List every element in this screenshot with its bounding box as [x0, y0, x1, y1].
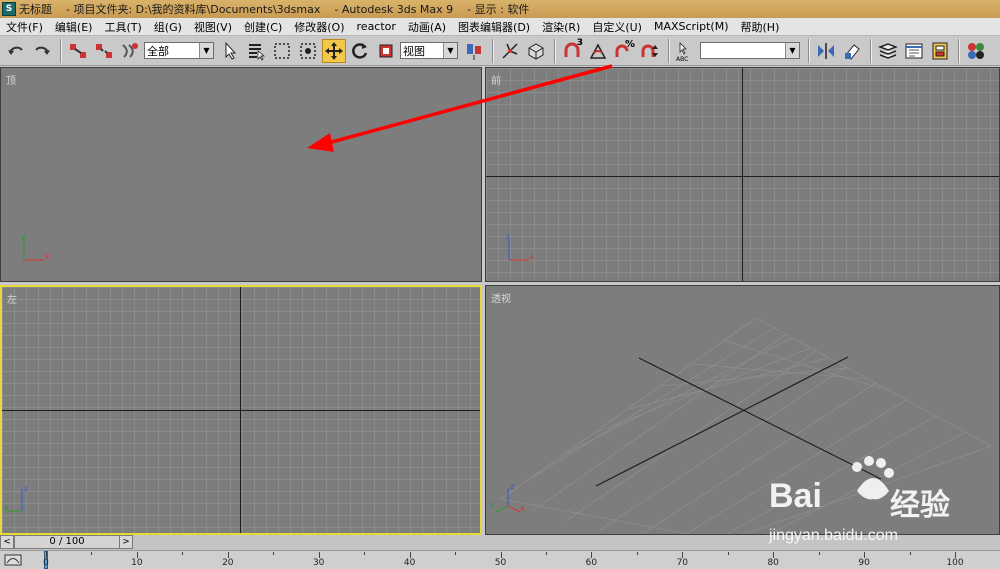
- mini-curve-editor-icon: [4, 554, 22, 566]
- track-bar-tick: [273, 552, 275, 555]
- watermark-url: jingyan.baidu.com: [769, 527, 898, 544]
- track-bar-tick-label: 30: [312, 558, 325, 568]
- track-bar-tick: [909, 552, 911, 555]
- time-slider-next-button[interactable]: >: [119, 535, 133, 549]
- time-slider-prev-button[interactable]: <: [0, 535, 14, 549]
- track-bar-tick-label: 70: [676, 558, 689, 568]
- track-bar-tick: [636, 552, 638, 555]
- watermark-brand-chinese: 经验: [890, 488, 950, 523]
- track-bar-tick-label: 80: [767, 558, 779, 568]
- track-bar-tick: [455, 552, 457, 555]
- track-bar-tick-label: 90: [858, 558, 870, 568]
- track-bar-tick: [727, 552, 729, 555]
- track-bar-tick-label: 40: [403, 558, 416, 568]
- track-bar-tick: [91, 552, 93, 555]
- open-mini-curve-editor-button[interactable]: [2, 552, 24, 568]
- track-bar-tick-label: 60: [585, 558, 598, 568]
- track-bar-tick: [364, 552, 366, 555]
- track-bar-tick-label: 100: [946, 558, 964, 568]
- watermark-brand-text: Bai: [769, 477, 822, 515]
- time-slider-frame-counter[interactable]: 0 / 100: [14, 535, 120, 549]
- track-bar-tick-label: 0: [43, 558, 49, 568]
- track-bar-tick: [818, 552, 820, 555]
- track-bar-tick: [182, 552, 184, 555]
- track-bar-tick-label: 50: [494, 558, 507, 568]
- track-bar-tick: [545, 552, 547, 555]
- track-bar-tick-label: 10: [131, 558, 143, 568]
- track-bar-tick-label: 20: [222, 558, 234, 568]
